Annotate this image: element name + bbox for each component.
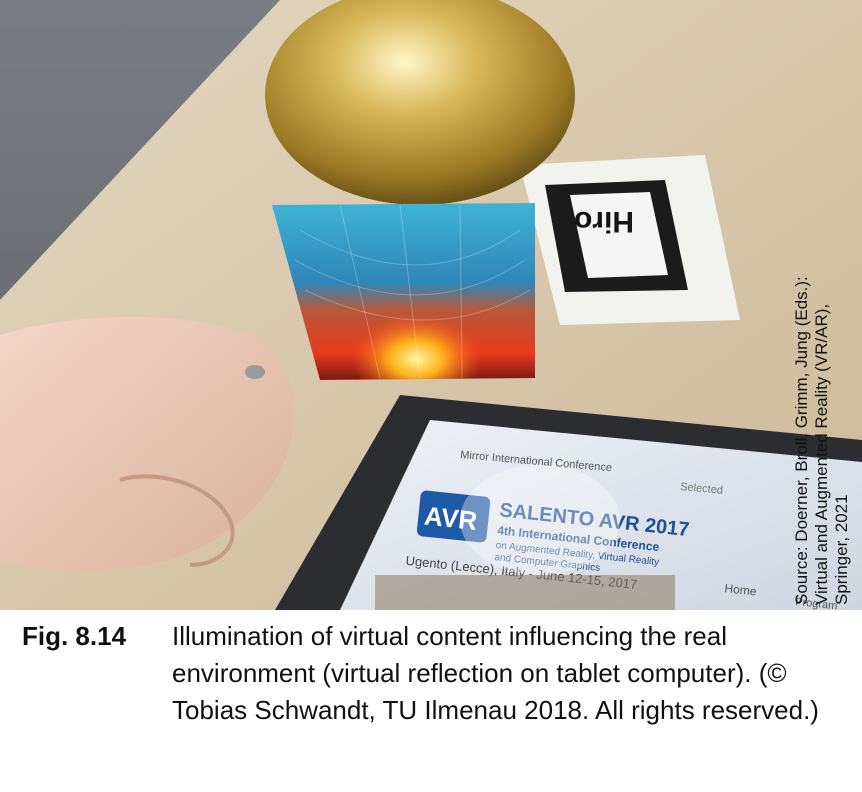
figure-label: Fig. 8.14	[22, 621, 127, 651]
ar-scene-illustration: Hiro Mirror International Conference Sel…	[0, 0, 862, 610]
tablet-image-strip	[375, 575, 675, 610]
marker-label: Hiro	[574, 205, 634, 238]
virtual-reflection	[460, 465, 620, 575]
figure-caption: Fig. 8.14 Illumination of virtual conten…	[22, 618, 852, 729]
figure-caption-text: Illumination of virtual content influenc…	[172, 621, 819, 725]
ring	[245, 365, 265, 379]
ar-photo: Hiro Mirror International Conference Sel…	[0, 0, 862, 610]
hiro-marker: Hiro	[545, 180, 688, 292]
source-note: Source: Doerner, Broll, Grimm, Jung (Eds…	[792, 276, 851, 605]
